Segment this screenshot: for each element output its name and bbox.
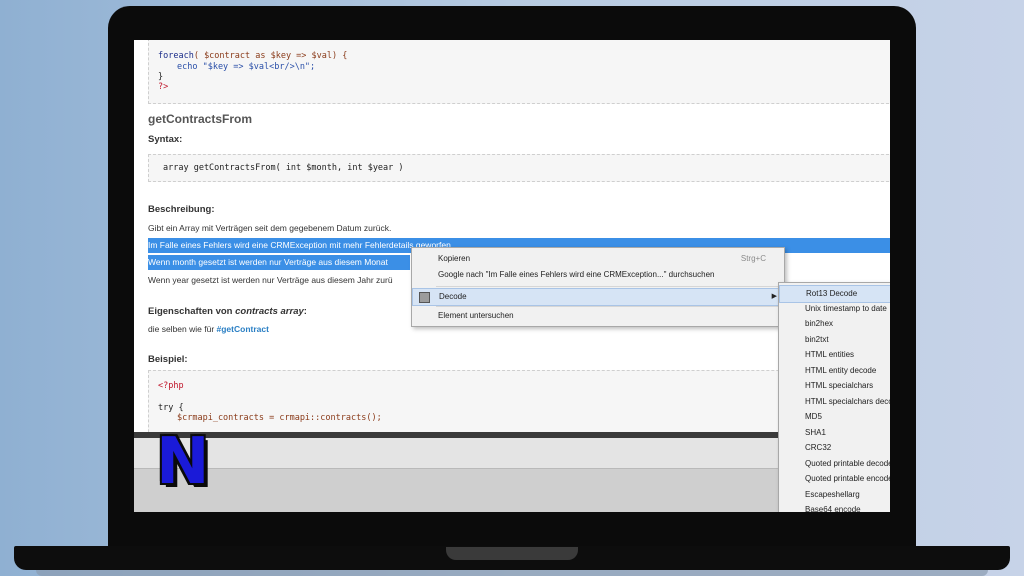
menu-item-inspect-element[interactable]: Element untersuchen bbox=[412, 308, 784, 324]
submenu-item[interactable]: Unix timestamp to date bbox=[779, 301, 890, 317]
context-menu: Kopieren Strg+C Google nach "Im Falle ei… bbox=[411, 247, 785, 327]
screen: foreach( $contract as $key => $val) { ec… bbox=[134, 40, 890, 512]
code-line-brace: } bbox=[158, 72, 164, 82]
syntax-label: Syntax: bbox=[148, 134, 183, 145]
code-text: ( $contract as $key => $val) { bbox=[193, 51, 348, 61]
syntax-code: array getContractsFrom( int $month, int … bbox=[163, 163, 404, 173]
code-keyword: foreach bbox=[158, 51, 194, 61]
section-title: getContractsFrom bbox=[148, 112, 253, 126]
code-block-top: foreach( $contract as $key => $val) { ec… bbox=[148, 40, 890, 104]
description-line: Wenn year gesetzt ist werden nur Verträg… bbox=[148, 275, 393, 285]
submenu-item[interactable]: Quoted printable decode bbox=[779, 456, 890, 472]
menu-item-google-search[interactable]: Google nach "Im Falle eines Fehlers wird… bbox=[412, 267, 784, 283]
menu-separator bbox=[436, 286, 782, 287]
submenu-arrow-icon: ▶ bbox=[771, 293, 777, 300]
submenu-item[interactable]: Escapeshellarg bbox=[779, 487, 890, 503]
submenu-item[interactable]: HTML specialchars decode bbox=[779, 394, 890, 410]
description-label: Beschreibung: bbox=[148, 204, 215, 215]
menu-item-copy[interactable]: Kopieren Strg+C bbox=[412, 251, 784, 267]
submenu-item[interactable]: SHA1 bbox=[779, 425, 890, 441]
submenu-item[interactable]: Base64 encode bbox=[779, 502, 890, 512]
submenu-item[interactable]: MD5 bbox=[779, 409, 890, 425]
decode-submenu: Rot13 Decode Unix timestamp to date bin2… bbox=[778, 282, 890, 512]
submenu-item[interactable]: Quoted printable encode bbox=[779, 471, 890, 487]
laptop-notch bbox=[446, 547, 578, 560]
code-assign: $crmapi_contracts = crmapi::contracts(); bbox=[177, 413, 382, 423]
copy-shortcut: Strg+C bbox=[740, 254, 766, 263]
selected-text[interactable]: Wenn month gesetzt ist werden nur Verträ… bbox=[148, 255, 388, 270]
properties-text: die selben wie für #getContract bbox=[148, 324, 269, 334]
syntax-code-block: array getContractsFrom( int $month, int … bbox=[148, 154, 890, 182]
code-php-open: <?php bbox=[158, 381, 184, 391]
devtools-toolbar bbox=[134, 438, 890, 469]
selected-text[interactable]: Im Falle eines Fehlers wird eine CRMExce… bbox=[148, 238, 453, 253]
example-label: Beispiel: bbox=[148, 354, 188, 365]
getcontract-link[interactable]: #getContract bbox=[217, 324, 269, 334]
submenu-item[interactable]: bin2hex bbox=[779, 316, 890, 332]
decode-extension-icon bbox=[419, 292, 430, 303]
submenu-item[interactable]: HTML specialchars bbox=[779, 378, 890, 394]
code-try: try { bbox=[158, 403, 184, 413]
menu-separator bbox=[436, 306, 782, 307]
code-line-php-close: ?> bbox=[158, 82, 169, 92]
submenu-item[interactable]: CRC32 bbox=[779, 440, 890, 456]
submenu-item[interactable]: HTML entity decode bbox=[779, 363, 890, 379]
laptop-shadow bbox=[36, 570, 988, 576]
submenu-item[interactable]: HTML entities bbox=[779, 347, 890, 363]
menu-item-decode[interactable]: Decode ▶ bbox=[412, 288, 784, 306]
properties-label: Eigenschaften von contracts array: bbox=[148, 306, 307, 317]
description-line: Gibt ein Array mit Verträgen seit dem ge… bbox=[148, 223, 392, 233]
submenu-item[interactable]: bin2txt bbox=[779, 332, 890, 348]
n-logo: N bbox=[156, 425, 210, 499]
code-line-echo: echo "$key => $val<br/>\n"; bbox=[177, 62, 316, 72]
